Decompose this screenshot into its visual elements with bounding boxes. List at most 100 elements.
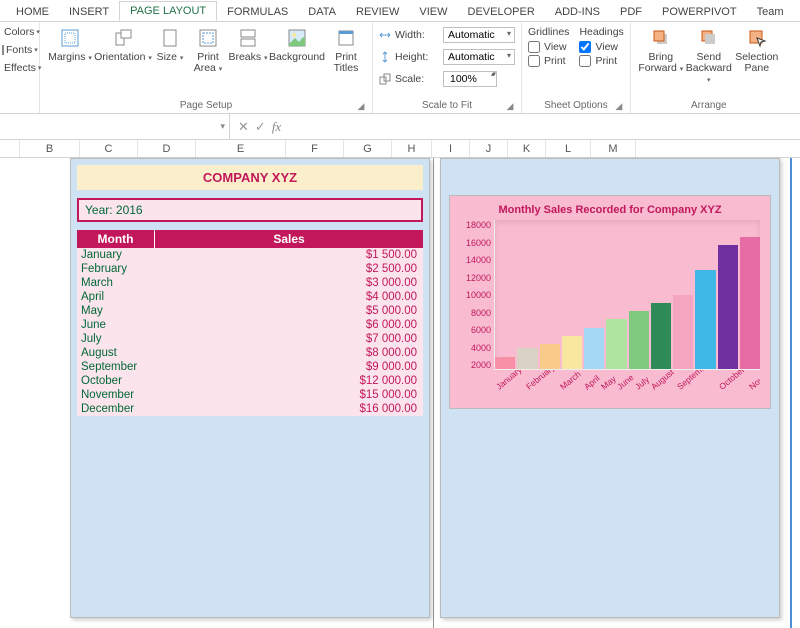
table-row[interactable]: December$16 000.00 — [77, 402, 423, 416]
tab-add-ins[interactable]: ADD-INS — [545, 3, 610, 21]
page-edge-line — [790, 158, 792, 628]
table-row[interactable]: September$9 000.00 — [77, 360, 423, 374]
page-setup-label: Page Setup — [180, 100, 232, 111]
chart-bar — [540, 344, 560, 369]
table-row[interactable]: July$7 000.00 — [77, 332, 423, 346]
scale-spinner[interactable]: 100% — [443, 71, 497, 87]
themes-effects[interactable]: Effects▾ — [2, 62, 37, 74]
formula-bar: ✕ ✓ fx — [0, 114, 800, 140]
tab-insert[interactable]: INSERT — [59, 3, 119, 21]
selection-pane-button[interactable]: Selection Pane — [733, 24, 781, 74]
themes-fonts[interactable]: Fonts▾ — [2, 44, 37, 56]
background-button[interactable]: Background — [268, 24, 326, 63]
orientation-button[interactable]: Orientation ▾ — [94, 24, 152, 64]
chart-bars — [494, 220, 760, 370]
headings-print-checkbox[interactable]: Print — [579, 55, 623, 67]
chart-x-axis: JanuaryFebruaryMarchAprilMayJuneJulyAugu… — [460, 374, 760, 384]
width-dropdown[interactable]: Automatic — [443, 27, 515, 43]
table-row[interactable]: June$6 000.00 — [77, 318, 423, 332]
chart-bar — [562, 336, 582, 369]
sheet-options-group: Gridlines View Print Headings View Print… — [522, 22, 631, 113]
column-header-L[interactable]: L — [546, 140, 591, 157]
scale-label: Scale: — [395, 73, 439, 85]
column-header-B[interactable]: B — [20, 140, 80, 157]
sheet-options-launcher[interactable]: ◢ — [614, 101, 624, 111]
send-backward-icon — [699, 28, 719, 48]
tab-view[interactable]: VIEW — [409, 3, 457, 21]
gridlines-print-checkbox[interactable]: Print — [528, 55, 569, 67]
headings-heading: Headings — [579, 26, 623, 39]
themes-colors[interactable]: Colors▾ — [2, 26, 37, 38]
tab-powerpivot[interactable]: POWERPIVOT — [652, 3, 747, 21]
size-button[interactable]: Size ▾ — [152, 24, 188, 64]
background-icon — [287, 28, 307, 48]
table-header-sales: Sales — [155, 230, 423, 248]
name-box[interactable] — [0, 114, 230, 139]
table-row[interactable]: January$1 500.00 — [77, 248, 423, 262]
scale-icon — [379, 73, 391, 85]
table-header-month: Month — [77, 230, 155, 248]
print-titles-icon — [336, 28, 356, 48]
page-break-line — [433, 158, 434, 628]
enter-icon[interactable]: ✓ — [255, 119, 266, 135]
tab-review[interactable]: REVIEW — [346, 3, 409, 21]
column-header-K[interactable]: K — [508, 140, 546, 157]
bring-forward-button[interactable]: Bring Forward ▾ — [637, 24, 685, 75]
bring-forward-icon — [651, 28, 671, 48]
scale-to-fit-label: Scale to Fit — [422, 100, 472, 111]
scale-to-fit-group: Width: Automatic Height: Automatic Scale… — [373, 22, 522, 113]
chart-bar — [517, 348, 537, 369]
column-header-G[interactable]: G — [344, 140, 392, 157]
print-area-button[interactable]: Print Area ▾ — [188, 24, 228, 75]
chart-title: Monthly Sales Recorded for Company XYZ — [460, 204, 760, 216]
table-row[interactable]: August$8 000.00 — [77, 346, 423, 360]
company-title: COMPANY XYZ — [77, 165, 423, 190]
send-backward-button[interactable]: Send Backward ▾ — [685, 24, 733, 86]
page-1[interactable]: COMPANY XYZ Year: 2016 Month Sales Janua… — [70, 158, 430, 618]
table-row[interactable]: March$3 000.00 — [77, 276, 423, 290]
worksheet-area: BCDEFGHIJKLM COMPANY XYZ Year: 2016 Mont… — [0, 140, 800, 628]
table-row[interactable]: October$12 000.00 — [77, 374, 423, 388]
chart-y-axis: 1800016000140001200010000800060004000200… — [460, 220, 494, 370]
ribbon-tabs: HOMEINSERTPAGE LAYOUTFORMULASDATAREVIEWV… — [0, 0, 800, 22]
column-header-C[interactable]: C — [80, 140, 138, 157]
tab-pdf[interactable]: PDF — [610, 3, 652, 21]
cancel-icon[interactable]: ✕ — [238, 119, 249, 135]
column-header-F[interactable]: F — [286, 140, 344, 157]
chart[interactable]: Monthly Sales Recorded for Company XYZ 1… — [449, 195, 771, 409]
tab-page-layout[interactable]: PAGE LAYOUT — [119, 1, 217, 21]
breaks-button[interactable]: Breaks ▾ — [228, 24, 268, 64]
year-cell[interactable]: Year: 2016 — [77, 198, 423, 222]
tab-formulas[interactable]: FORMULAS — [217, 3, 298, 21]
table-row[interactable]: April$4 000.00 — [77, 290, 423, 304]
headings-view-checkbox[interactable]: View — [579, 41, 623, 53]
column-header-E[interactable]: E — [196, 140, 286, 157]
table-row[interactable]: May$5 000.00 — [77, 304, 423, 318]
page-2[interactable]: Monthly Sales Recorded for Company XYZ 1… — [440, 158, 780, 618]
tab-data[interactable]: DATA — [298, 3, 346, 21]
sales-table: Month Sales January$1 500.00February$2 5… — [77, 230, 423, 416]
column-header-D[interactable]: D — [138, 140, 196, 157]
margins-icon — [60, 28, 80, 48]
height-dropdown[interactable]: Automatic — [443, 49, 515, 65]
ribbon: Colors▾ Fonts▾ Effects▾ Margins ▾ Orient… — [0, 22, 800, 114]
column-header-I[interactable]: I — [432, 140, 470, 157]
size-icon — [160, 28, 180, 48]
column-header-H[interactable]: H — [392, 140, 432, 157]
gridlines-view-checkbox[interactable]: View — [528, 41, 569, 53]
tab-developer[interactable]: DEVELOPER — [458, 3, 545, 21]
page-setup-launcher[interactable]: ◢ — [356, 101, 366, 111]
print-titles-button[interactable]: Print Titles — [326, 24, 366, 74]
chart-bar — [629, 311, 649, 369]
column-header-M[interactable]: M — [591, 140, 636, 157]
tab-team[interactable]: Team — [747, 3, 794, 21]
column-header-J[interactable]: J — [470, 140, 508, 157]
tab-home[interactable]: HOME — [6, 3, 59, 21]
gridlines-heading: Gridlines — [528, 26, 569, 39]
margins-button[interactable]: Margins ▾ — [46, 24, 94, 64]
table-row[interactable]: November$15 000.00 — [77, 388, 423, 402]
page-setup-group: Margins ▾ Orientation ▾ Size ▾ Print Are… — [40, 22, 373, 113]
table-row[interactable]: February$2 500.00 — [77, 262, 423, 276]
scale-to-fit-launcher[interactable]: ◢ — [505, 101, 515, 111]
fx-icon[interactable]: fx — [272, 119, 281, 135]
